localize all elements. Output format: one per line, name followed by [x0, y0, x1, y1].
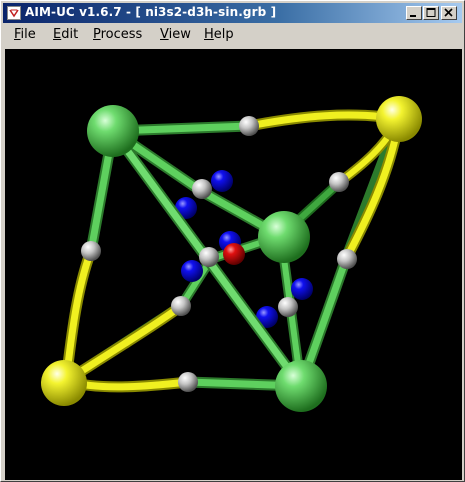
minimize-button[interactable] — [406, 6, 422, 20]
maximize-icon — [426, 8, 436, 17]
maximize-button[interactable] — [423, 6, 439, 20]
application-window: AIM-UC v1.6.7 - [ ni3s2-d3h-sin.grb ] Fi… — [0, 0, 465, 482]
ni-atom[interactable] — [258, 211, 310, 263]
ni-atom[interactable] — [275, 360, 327, 412]
menu-edit[interactable]: Edit — [53, 27, 78, 42]
menu-process[interactable]: Process — [93, 27, 142, 42]
menu-bar: File Edit Process View Help — [3, 24, 462, 46]
ni-atom[interactable] — [87, 105, 139, 157]
menu-view[interactable]: View — [160, 27, 191, 42]
menu-file[interactable]: File — [14, 27, 36, 42]
app-icon[interactable] — [7, 6, 21, 20]
cage-critical-point — [223, 243, 245, 265]
s-atom[interactable] — [41, 360, 87, 406]
s-atom[interactable] — [376, 96, 422, 142]
window-title: AIM-UC v1.6.7 - [ ni3s2-d3h-sin.grb ] — [25, 5, 277, 19]
menu-help[interactable]: Help — [204, 27, 234, 42]
molecule-render[interactable] — [5, 49, 462, 480]
close-icon — [444, 8, 453, 17]
title-bar[interactable]: AIM-UC v1.6.7 - [ ni3s2-d3h-sin.grb ] — [3, 3, 462, 23]
close-button[interactable] — [441, 6, 457, 20]
molecule-3d-viewport[interactable] — [5, 49, 462, 480]
minimize-icon — [410, 15, 416, 17]
